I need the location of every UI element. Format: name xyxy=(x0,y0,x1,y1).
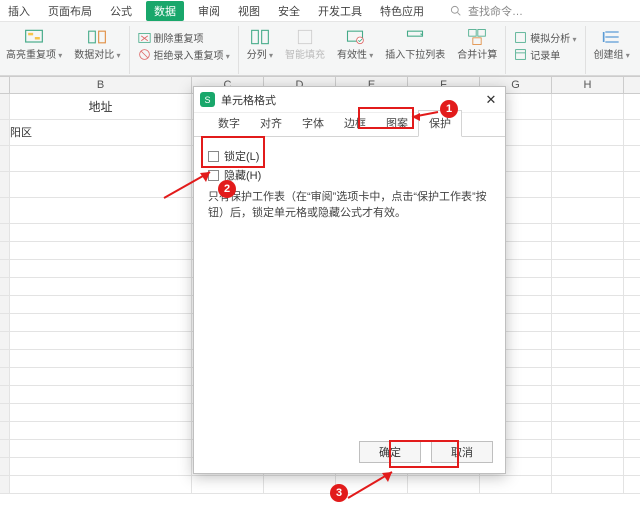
group-icon xyxy=(601,26,623,48)
menu-formula[interactable]: 公式 xyxy=(106,1,136,21)
ribbon-group[interactable]: 创建组 xyxy=(590,26,634,74)
cell-partial[interactable]: 阳区 xyxy=(10,120,192,145)
ribbon-text-to-columns[interactable]: 分列 xyxy=(243,26,277,74)
ribbon-insert-dropdown[interactable]: 插入下拉列表 xyxy=(381,26,449,74)
search-icon xyxy=(450,5,461,16)
smart-fill-icon xyxy=(294,26,316,48)
dialog-tabs: 数字 对齐 字体 边框 图案 保护 xyxy=(194,113,505,137)
ribbon-remove-dup[interactable]: 删除重复项 xyxy=(138,30,204,45)
split-icon xyxy=(249,26,271,48)
menu-view[interactable]: 视图 xyxy=(234,1,264,21)
menu-insert[interactable]: 插入 xyxy=(4,1,34,21)
main-menu: 插入 页面布局 公式 数据 审阅 视图 安全 开发工具 特色应用 查找命令… xyxy=(0,0,640,22)
col-b[interactable]: B xyxy=(10,77,192,93)
protect-hint: 只有保护工作表（在“审阅”选项卡中，点击“保护工作表”按钮）后，锁定单元格或隐藏… xyxy=(208,189,491,221)
lock-checkbox[interactable]: 锁定(L) xyxy=(208,148,491,164)
remove-dup-icon xyxy=(138,31,151,44)
tab-protect[interactable]: 保护 xyxy=(418,110,462,137)
ribbon-validation[interactable]: 有效性 xyxy=(333,26,377,74)
dialog-body: 锁定(L) 隐藏(H) 只有保护工作表（在“审阅”选项卡中，点击“保护工作表”按… xyxy=(194,137,505,437)
menu-security[interactable]: 安全 xyxy=(274,1,304,21)
data-compare-icon xyxy=(86,26,108,48)
command-search[interactable]: 查找命令… xyxy=(446,0,531,23)
menu-page-layout[interactable]: 页面布局 xyxy=(44,1,96,21)
menu-special[interactable]: 特色应用 xyxy=(376,1,428,21)
ribbon-smart-fill: 智能填充 xyxy=(281,26,329,74)
menu-data[interactable]: 数据 xyxy=(146,1,184,21)
ribbon-what-if[interactable]: 模拟分析 xyxy=(514,30,576,45)
record-form-icon xyxy=(514,48,527,61)
menu-review[interactable]: 审阅 xyxy=(194,1,224,21)
tab-border[interactable]: 边框 xyxy=(334,111,376,136)
ribbon-record-form[interactable]: 记录单 xyxy=(514,47,560,62)
ribbon-consolidate[interactable]: 合并计算 xyxy=(453,26,506,74)
cancel-button[interactable]: 取消 xyxy=(431,441,493,463)
header-address[interactable]: 地址 xyxy=(10,94,192,119)
ok-button[interactable]: 确定 xyxy=(359,441,421,463)
col-h[interactable]: H xyxy=(552,77,624,93)
dialog-title: 单元格格式 xyxy=(221,92,276,108)
ribbon-highlight-dup[interactable]: 高亮重复项 xyxy=(2,26,66,74)
tab-pattern[interactable]: 图案 xyxy=(376,111,418,136)
wps-logo-icon: S xyxy=(200,92,215,107)
hide-checkbox[interactable]: 隐藏(H) xyxy=(208,167,491,183)
consolidate-icon xyxy=(466,26,488,48)
menu-devtools[interactable]: 开发工具 xyxy=(314,1,366,21)
ribbon-data-compare[interactable]: 数据对比 xyxy=(70,26,129,74)
ribbon-reject-dup[interactable]: 拒绝录入重复项 xyxy=(138,47,230,62)
ribbon-dup-group: 删除重复项 拒绝录入重复项 xyxy=(134,26,239,74)
cell-format-dialog: S 单元格格式 ✕ 数字 对齐 字体 边框 图案 保护 锁定(L) 隐藏(H) … xyxy=(193,86,506,474)
highlight-dup-icon xyxy=(23,26,45,48)
search-placeholder: 查找命令… xyxy=(464,1,527,21)
dialog-close-button[interactable]: ✕ xyxy=(483,92,499,108)
dialog-footer: 确定 取消 xyxy=(359,441,493,463)
checkbox-icon xyxy=(208,151,219,162)
ribbon-analysis-group: 模拟分析 记录单 xyxy=(510,26,585,74)
tab-font[interactable]: 字体 xyxy=(292,111,334,136)
lock-label: 锁定(L) xyxy=(224,148,259,164)
tab-align[interactable]: 对齐 xyxy=(250,111,292,136)
ribbon: 高亮重复项 数据对比 删除重复项 拒绝录入重复项 分列 智能填充 有效性 插入下… xyxy=(0,22,640,76)
insert-dropdown-icon xyxy=(404,26,426,48)
hide-label: 隐藏(H) xyxy=(224,167,261,183)
what-if-icon xyxy=(514,31,527,44)
validation-icon xyxy=(344,26,366,48)
reject-dup-icon xyxy=(138,48,151,61)
checkbox-icon xyxy=(208,170,219,181)
tab-number[interactable]: 数字 xyxy=(208,111,250,136)
